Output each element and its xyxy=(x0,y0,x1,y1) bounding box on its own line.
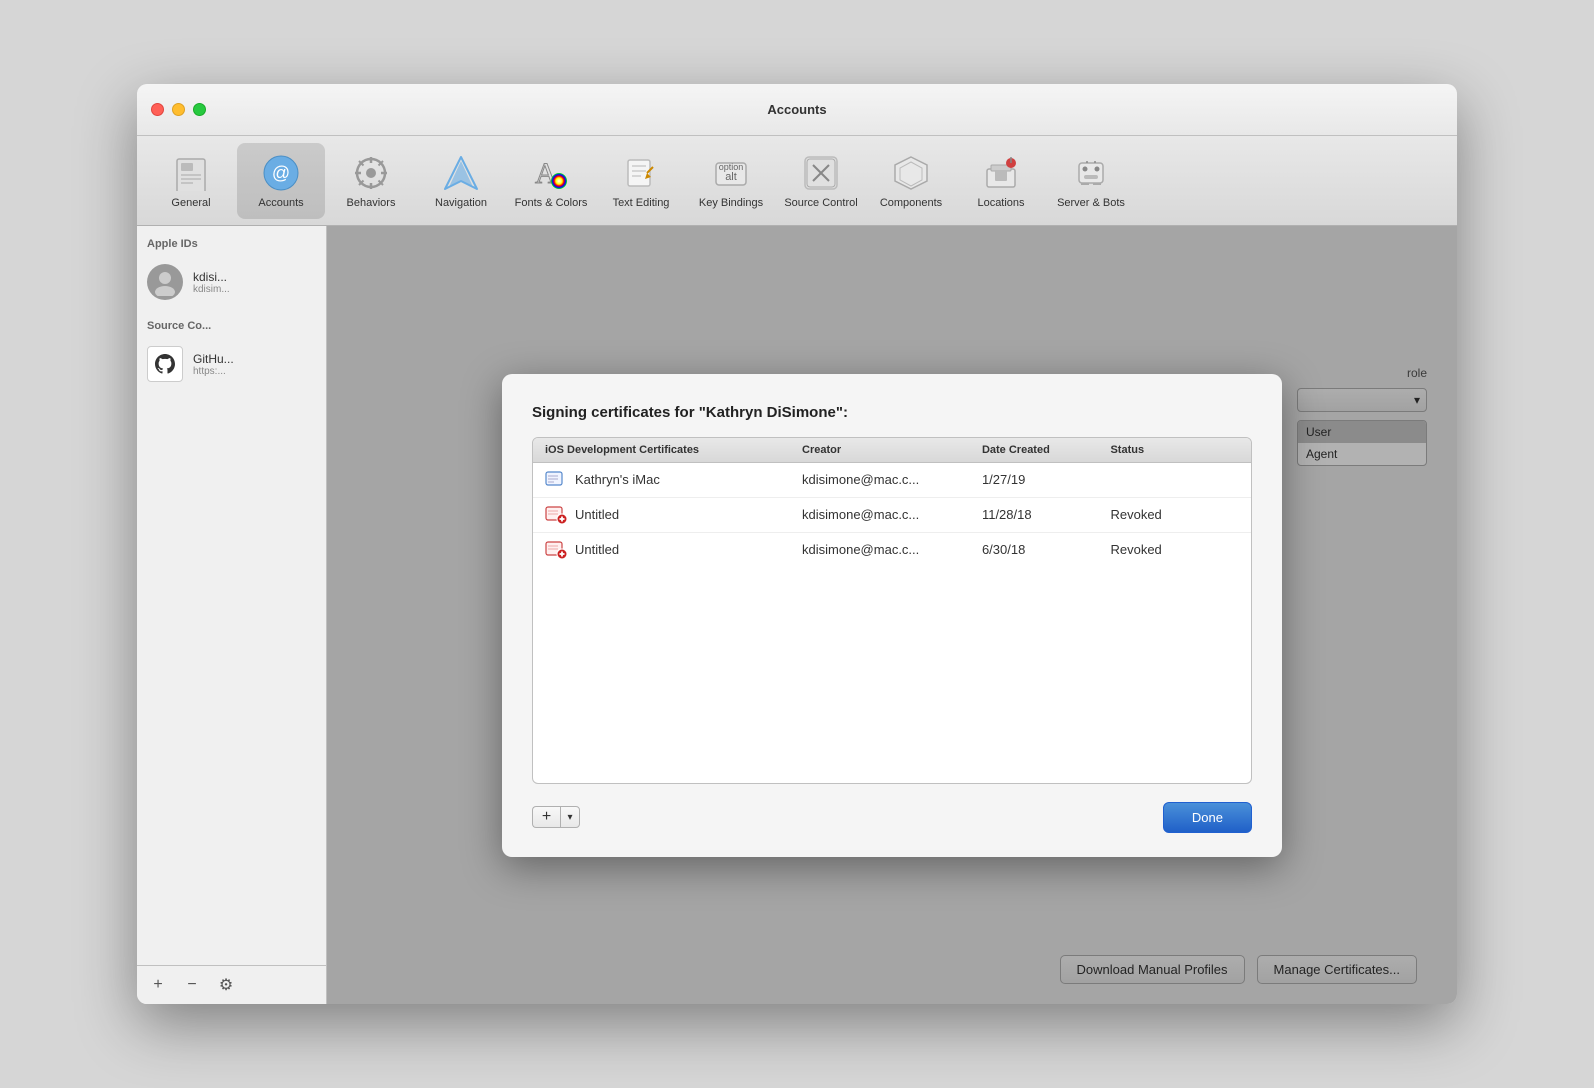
add-account-button[interactable]: + xyxy=(147,974,169,996)
key-bindings-icon: alt option xyxy=(711,153,751,193)
sidebar: Apple IDs kdisi... kdisim... Source Co..… xyxy=(137,226,327,1004)
modal-overlay: Signing certificates for "Kathryn DiSimo… xyxy=(327,226,1457,1004)
toolbar-item-fonts-colors[interactable]: A Fonts & Colors xyxy=(507,143,595,219)
toolbar-navigation-label: Navigation xyxy=(435,197,487,209)
cert-row-3[interactable]: Untitled kdisimone@mac.c... 6/30/18 Revo… xyxy=(533,533,1251,567)
cert-revoked-icon-1 xyxy=(545,506,567,524)
cert-table-body: Kathryn's iMac kdisimone@mac.c... 1/27/1… xyxy=(533,463,1251,783)
components-icon xyxy=(891,153,931,193)
remove-account-button[interactable]: − xyxy=(181,974,203,996)
titlebar: Accounts xyxy=(137,84,1457,136)
toolbar-item-components[interactable]: Components xyxy=(867,143,955,219)
cert-creator-2: kdisimone@mac.c... xyxy=(802,507,982,522)
toolbar-text-editing-label: Text Editing xyxy=(613,197,670,209)
cert-revoked-icon-2 xyxy=(545,541,567,559)
text-editing-icon xyxy=(621,153,661,193)
minimize-button[interactable] xyxy=(172,103,185,116)
cert-name-1-text: Kathryn's iMac xyxy=(575,472,660,487)
toolbar-server-bots-label: Server & Bots xyxy=(1057,197,1125,209)
cert-date-3: 6/30/18 xyxy=(982,542,1111,557)
col-header-status: Status xyxy=(1110,444,1239,456)
toolbar-key-bindings-label: Key Bindings xyxy=(699,197,763,209)
toolbar: General @ Accounts xyxy=(137,136,1457,226)
main-content: Apple IDs kdisi... kdisim... Source Co..… xyxy=(137,226,1457,1004)
apple-id-sub: kdisim... xyxy=(193,284,230,295)
sidebar-item-github[interactable]: GitHu... https:... xyxy=(137,338,326,390)
col-header-creator: Creator xyxy=(802,444,982,456)
cert-date-1: 1/27/19 xyxy=(982,472,1111,487)
toolbar-behaviors-label: Behaviors xyxy=(347,197,396,209)
sidebar-footer: + − ⚙ xyxy=(137,965,326,1004)
apple-id-avatar xyxy=(147,264,183,300)
cert-status-2: Revoked xyxy=(1110,507,1239,522)
add-certificate-button[interactable]: + xyxy=(532,806,560,828)
certificate-table: iOS Development Certificates Creator Dat… xyxy=(532,437,1252,784)
general-icon xyxy=(171,153,211,193)
toolbar-item-source-control[interactable]: Source Control xyxy=(777,143,865,219)
accounts-icon: @ xyxy=(261,153,301,193)
sidebar-section-apple-ids: Apple IDs xyxy=(137,226,326,256)
add-certificate-group: + ▾ xyxy=(532,806,580,828)
server-bots-icon xyxy=(1071,153,1111,193)
toolbar-item-locations[interactable]: Locations xyxy=(957,143,1045,219)
cert-row-2[interactable]: Untitled kdisimone@mac.c... 11/28/18 Rev… xyxy=(533,498,1251,533)
traffic-lights xyxy=(151,103,206,116)
toolbar-item-key-bindings[interactable]: alt option Key Bindings xyxy=(687,143,775,219)
svg-text:option: option xyxy=(719,162,744,172)
cert-name-2-text: Untitled xyxy=(575,507,619,522)
modal-title: Signing certificates for "Kathryn DiSimo… xyxy=(532,404,1252,421)
col-header-name: iOS Development Certificates xyxy=(545,444,802,456)
cert-creator-3: kdisimone@mac.c... xyxy=(802,542,982,557)
github-sub: https:... xyxy=(193,366,234,377)
toolbar-item-server-bots[interactable]: Server & Bots xyxy=(1047,143,1135,219)
toolbar-general-label: General xyxy=(171,197,210,209)
maximize-button[interactable] xyxy=(193,103,206,116)
cert-name-3: Untitled xyxy=(545,541,802,559)
toolbar-fonts-colors-label: Fonts & Colors xyxy=(515,197,588,209)
cert-name-1: Kathryn's iMac xyxy=(545,471,802,489)
cert-status-3: Revoked xyxy=(1110,542,1239,557)
fonts-colors-icon: A xyxy=(531,153,571,193)
close-button[interactable] xyxy=(151,103,164,116)
cert-row-1[interactable]: Kathryn's iMac kdisimone@mac.c... 1/27/1… xyxy=(533,463,1251,498)
window-title: Accounts xyxy=(767,102,826,117)
toolbar-item-accounts[interactable]: @ Accounts xyxy=(237,143,325,219)
svg-text:alt: alt xyxy=(725,171,737,183)
sidebar-section-source-control: Source Co... xyxy=(137,308,326,338)
col-header-date: Date Created xyxy=(982,444,1111,456)
settings-button[interactable]: ⚙ xyxy=(215,974,237,996)
apple-id-text: kdisi... kdisim... xyxy=(193,270,230,295)
right-panel: role ▾ User Agent Download Manual Profil… xyxy=(327,226,1457,1004)
toolbar-accounts-label: Accounts xyxy=(258,197,303,209)
toolbar-components-label: Components xyxy=(880,197,942,209)
done-button[interactable]: Done xyxy=(1163,802,1252,833)
cert-valid-icon xyxy=(545,471,567,489)
toolbar-item-behaviors[interactable]: Behaviors xyxy=(327,143,415,219)
cert-name-3-text: Untitled xyxy=(575,542,619,557)
cert-name-2: Untitled xyxy=(545,506,802,524)
cert-creator-1: kdisimone@mac.c... xyxy=(802,472,982,487)
toolbar-source-control-label: Source Control xyxy=(784,197,857,209)
github-text: GitHu... https:... xyxy=(193,352,234,377)
toolbar-item-navigation[interactable]: Navigation xyxy=(417,143,505,219)
signing-certificates-modal: Signing certificates for "Kathryn DiSimo… xyxy=(502,374,1282,857)
toolbar-item-general[interactable]: General xyxy=(147,143,235,219)
cert-date-2: 11/28/18 xyxy=(982,507,1111,522)
toolbar-item-text-editing[interactable]: Text Editing xyxy=(597,143,685,219)
add-certificate-dropdown[interactable]: ▾ xyxy=(560,806,580,828)
locations-icon xyxy=(981,153,1021,193)
behaviors-icon xyxy=(351,153,391,193)
toolbar-locations-label: Locations xyxy=(977,197,1024,209)
apple-id-name: kdisi... xyxy=(193,270,230,284)
cert-table-header: iOS Development Certificates Creator Dat… xyxy=(533,438,1251,463)
github-name: GitHu... xyxy=(193,352,234,366)
navigation-icon xyxy=(441,153,481,193)
svg-text:@: @ xyxy=(272,163,290,183)
modal-footer: + ▾ Done xyxy=(532,802,1252,833)
sidebar-item-apple-id[interactable]: kdisi... kdisim... xyxy=(137,256,326,308)
github-icon xyxy=(147,346,183,382)
main-window: Accounts General @ xyxy=(137,84,1457,1004)
source-control-icon xyxy=(801,153,841,193)
